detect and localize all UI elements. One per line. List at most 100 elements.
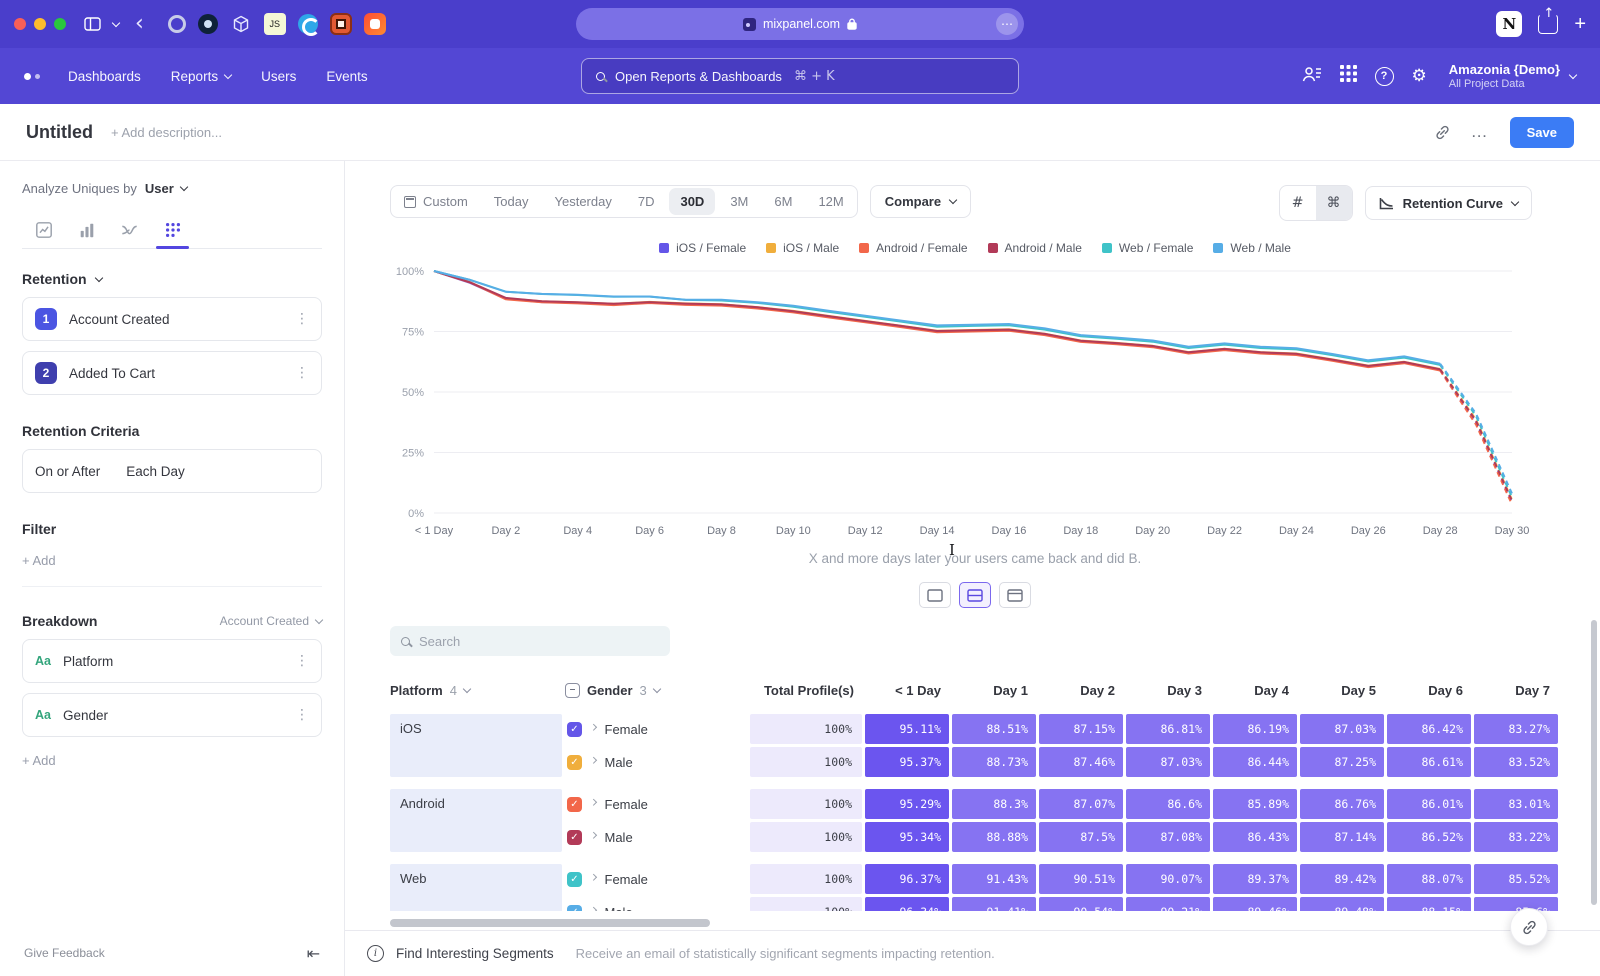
extension-icon[interactable] (330, 13, 352, 35)
retention-cell[interactable]: 95.29% (865, 789, 949, 819)
retention-cell[interactable]: 86.81% (1126, 714, 1210, 744)
retention-cell[interactable]: 91.43% (952, 864, 1036, 894)
retention-cell[interactable]: 90.07% (1126, 864, 1210, 894)
series-checkbox[interactable]: ✓ (567, 797, 582, 812)
retention-cell[interactable]: 89.37% (1213, 864, 1297, 894)
indeterminate-checkbox[interactable]: – (565, 683, 580, 698)
retention-cell[interactable]: 85.6% (1474, 897, 1558, 911)
retention-cell[interactable]: 87.25% (1300, 747, 1384, 777)
range-yesterday[interactable]: Yesterday (542, 186, 625, 217)
view-toggle-split[interactable] (959, 582, 991, 608)
retention-cell[interactable]: 86.6% (1126, 789, 1210, 819)
retention-cell[interactable]: 89.48% (1300, 897, 1384, 911)
breakdown-menu-button[interactable]: ⋮ (295, 653, 309, 669)
series-checkbox[interactable]: ✓ (567, 755, 582, 770)
legend-item[interactable]: iOS / Female (659, 241, 746, 255)
view-toggle-header[interactable] (999, 582, 1031, 608)
expand-chevron-icon[interactable] (590, 757, 596, 763)
expand-chevron-icon[interactable] (590, 724, 596, 730)
range-today[interactable]: Today (481, 186, 542, 217)
view-toggle-single[interactable] (919, 582, 951, 608)
breakdown-item-gender[interactable]: AaGender⋮ (22, 693, 322, 737)
retention-section-header[interactable]: Retention (22, 271, 322, 287)
segments-title[interactable]: Find Interesting Segments (396, 946, 554, 961)
series-checkbox[interactable]: ✓ (567, 872, 582, 887)
retention-cell[interactable]: 86.01% (1387, 789, 1471, 819)
retention-cell[interactable]: 83.52% (1474, 747, 1558, 777)
add-filter-button[interactable]: + Add (22, 553, 322, 568)
gender-cell[interactable]: ✓Female (565, 789, 747, 819)
column-header-platform[interactable]: Platform4 (390, 683, 562, 698)
platform-cell[interactable]: Android (390, 789, 562, 852)
criteria-interval[interactable]: Each Day (126, 464, 185, 479)
retention-cell[interactable]: 88.15% (1387, 897, 1471, 911)
extension-icon[interactable] (168, 15, 186, 33)
retention-cell[interactable]: 87.08% (1126, 822, 1210, 852)
table-search-input[interactable]: Search (390, 626, 670, 656)
retention-cell[interactable]: 87.14% (1300, 822, 1384, 852)
gender-cell[interactable]: ✓Male (565, 747, 747, 777)
legend-item[interactable]: Web / Female (1102, 241, 1193, 255)
minimize-window-button[interactable] (34, 18, 46, 30)
series-checkbox[interactable]: ✓ (567, 830, 582, 845)
retention-cell[interactable]: 95.11% (865, 714, 949, 744)
url-bar[interactable]: mixpanel.com ⋯ (576, 8, 1024, 40)
retention-step-1[interactable]: 1Account Created⋮ (22, 297, 322, 341)
series-checkbox[interactable]: ✓ (567, 905, 582, 912)
new-tab-button[interactable]: + (1574, 14, 1586, 34)
extension-icon[interactable] (364, 13, 386, 35)
copy-link-icon[interactable] (1434, 124, 1451, 141)
retention-cell[interactable]: 86.43% (1213, 822, 1297, 852)
gender-cell[interactable]: ✓Male (565, 822, 747, 852)
retention-cell[interactable]: 86.42% (1387, 714, 1471, 744)
annotations-icon[interactable]: # (1280, 186, 1316, 220)
gender-cell[interactable]: ✓Male (565, 897, 747, 911)
retention-cell[interactable]: 95.37% (865, 747, 949, 777)
range-custom[interactable]: Custom (391, 186, 481, 217)
retention-cell[interactable]: 88.73% (952, 747, 1036, 777)
expand-chevron-icon[interactable] (590, 907, 596, 911)
nav-item-events[interactable]: Events (326, 69, 367, 84)
platform-cell[interactable]: iOS (390, 714, 562, 777)
retention-cell[interactable]: 83.22% (1474, 822, 1558, 852)
retention-cell[interactable]: 87.03% (1300, 714, 1384, 744)
retention-cell[interactable]: 86.19% (1213, 714, 1297, 744)
retention-cell[interactable]: 88.07% (1387, 864, 1471, 894)
retention-cell[interactable]: 85.89% (1213, 789, 1297, 819)
range-6m[interactable]: 6M (761, 186, 805, 217)
extension-icon[interactable] (230, 13, 252, 35)
retention-cell[interactable]: 86.44% (1213, 747, 1297, 777)
mixpanel-logo[interactable] (24, 73, 40, 80)
range-12m[interactable]: 12M (805, 186, 856, 217)
save-button[interactable]: Save (1510, 117, 1574, 148)
retention-cell[interactable]: 88.3% (952, 789, 1036, 819)
retention-criteria-row[interactable]: On or After Each Day (22, 449, 322, 493)
series-checkbox[interactable]: ✓ (567, 722, 582, 737)
retention-cell[interactable]: 88.88% (952, 822, 1036, 852)
column-header-day[interactable]: Day 4 (1213, 683, 1297, 698)
retention-cell[interactable]: 96.34% (865, 897, 949, 911)
close-window-button[interactable] (14, 18, 26, 30)
retention-cell[interactable]: 87.07% (1039, 789, 1123, 819)
sidebar-toggle-icon[interactable] (84, 17, 101, 31)
column-header-day[interactable]: < 1 Day (865, 683, 949, 698)
retention-chart[interactable]: 0%25%50%75%100%< 1 DayDay 2Day 4Day 6Day… (390, 263, 1520, 547)
range-7d[interactable]: 7D (625, 186, 668, 217)
retention-cell[interactable]: 88.51% (952, 714, 1036, 744)
expand-chevron-icon[interactable] (590, 832, 596, 838)
back-button[interactable]: ‹ (135, 13, 144, 35)
notion-app-icon[interactable]: N (1496, 11, 1522, 37)
column-header-day[interactable]: Day 2 (1039, 683, 1123, 698)
range-3m[interactable]: 3M (717, 186, 761, 217)
nav-item-users[interactable]: Users (261, 69, 296, 84)
retention-cell[interactable]: 86.76% (1300, 789, 1384, 819)
retention-cell[interactable]: 86.61% (1387, 747, 1471, 777)
share-link-fab[interactable] (1510, 908, 1548, 946)
extension-icon-js[interactable]: JS (264, 13, 286, 35)
retention-cell[interactable]: 91.41% (952, 897, 1036, 911)
apps-grid-icon[interactable] (1340, 65, 1357, 87)
give-feedback-link[interactable]: Give Feedback (24, 946, 105, 960)
column-header-gender[interactable]: –Gender3 (565, 683, 747, 698)
add-description-field[interactable]: + Add description... (111, 125, 222, 140)
series-line-dashed[interactable] (1440, 364, 1512, 494)
